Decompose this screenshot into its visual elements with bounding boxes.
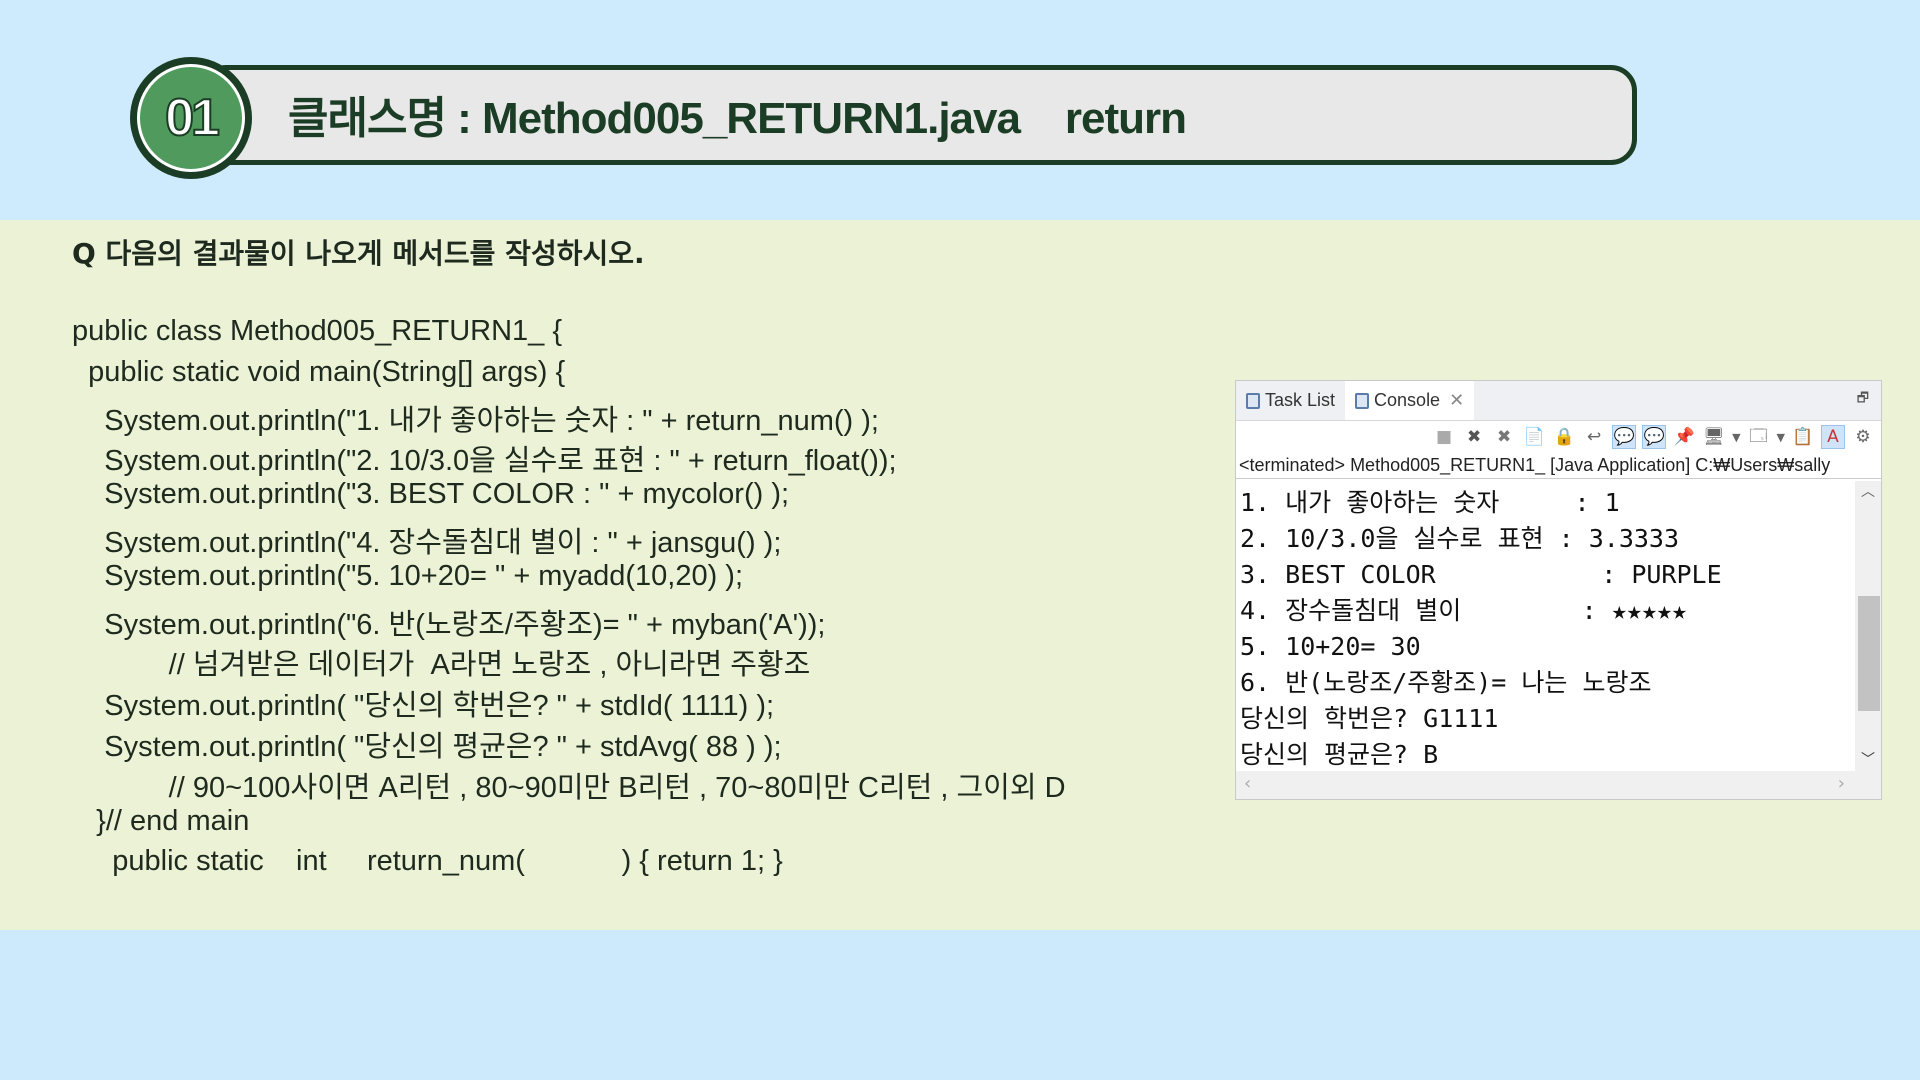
- horizontal-scrollbar[interactable]: ‹ ›: [1236, 771, 1881, 799]
- code-line: System.out.println("5. 10+20= " + myadd(…: [72, 559, 744, 592]
- tab-label: Task List: [1265, 390, 1336, 410]
- tab-task-list[interactable]: Task List: [1236, 381, 1345, 420]
- scroll-right-icon[interactable]: ›: [1838, 773, 1845, 794]
- console-line: 6. 반(노랑조/주황조)= 나는 노랑조: [1240, 668, 1652, 697]
- code-line: System.out.println( "당신의 평균은? " + stdAvg…: [72, 731, 782, 763]
- code-line: }// end main: [72, 804, 250, 837]
- scroll-down-icon[interactable]: ﹀: [1855, 749, 1881, 769]
- code-line: System.out.println("4. 장수돌침대 별이 : " + ja…: [72, 527, 782, 559]
- close-icon[interactable]: ✕: [1449, 390, 1464, 411]
- code-line: // 90~100사이면 A리턴 , 80~90미만 B리턴 , 70~80미만…: [72, 771, 1066, 804]
- question-text: Q 다음의 결과물이 나오게 메서드를 작성하시오.: [72, 237, 645, 270]
- word-wrap-icon[interactable]: ↩: [1582, 425, 1606, 449]
- scroll-left-icon[interactable]: ‹: [1244, 773, 1251, 794]
- code-line: public static int return_num( ) { return…: [72, 845, 783, 878]
- show-on-stderr-icon[interactable]: 💬: [1642, 425, 1667, 449]
- console-line: 2. 10/3.0을 실수로 표현 : 3.3333: [1240, 524, 1680, 553]
- scroll-up-icon[interactable]: ︿: [1855, 481, 1881, 501]
- task-list-icon: [1246, 392, 1260, 409]
- remove-launch-icon[interactable]: ✖: [1462, 425, 1486, 449]
- number-badge-text: 01: [137, 64, 245, 172]
- code-line: public static void main(String[] args) {: [72, 355, 566, 388]
- code-line: System.out.println("1. 내가 좋아하는 숫자 : " + …: [72, 404, 879, 437]
- gear-icon[interactable]: ⚙: [1851, 425, 1875, 449]
- code-line: System.out.println("2. 10/3.0을 실수로 표현 : …: [72, 445, 897, 478]
- chevron-down-icon[interactable]: ▼: [1732, 431, 1740, 444]
- launch-status: <terminated> Method005_RETURN1_ [Java Ap…: [1236, 453, 1881, 479]
- clear-console-icon[interactable]: 📄: [1522, 425, 1546, 449]
- console-panel: Task List Console ✕ 🗗 ■ ✖ ✖ 📄 🔒 ↩ 💬 💬 📌 🖥…: [1235, 380, 1882, 800]
- console-line: 당신의 평균은? B: [1240, 740, 1439, 769]
- pin-console-icon[interactable]: 📌: [1672, 425, 1696, 449]
- console-line: 4. 장수돌침대 별이 : ★★★★★: [1240, 596, 1687, 625]
- console-toolbar: ■ ✖ ✖ 📄 🔒 ↩ 💬 💬 📌 🖥 ▼ 🗔 ▼ 📋 A ⚙: [1236, 421, 1881, 453]
- console-line: 3. BEST COLOR : PURPLE: [1240, 560, 1722, 589]
- code-line: System.out.println("6. 반(노랑조/주황조)= " + m…: [72, 608, 826, 641]
- number-badge: 01: [130, 57, 252, 179]
- console-line: 1. 내가 좋아하는 숫자 : 1: [1240, 488, 1620, 517]
- ansi-icon[interactable]: A: [1821, 425, 1845, 449]
- chevron-down-icon[interactable]: ▼: [1777, 431, 1785, 444]
- console-output: 1. 내가 좋아하는 숫자 : 1 2. 10/3.0을 실수로 표현 : 3.3…: [1236, 481, 1856, 771]
- show-on-stdout-icon[interactable]: 💬: [1612, 425, 1637, 449]
- page-title: 클래스명 : Method005_RETURN1.java return: [288, 94, 1187, 143]
- console-line: 5. 10+20= 30: [1240, 632, 1421, 661]
- code-line: // 넘겨받은 데이터가 A라면 노랑조 , 아니라면 주황조: [72, 649, 811, 682]
- vertical-scrollbar[interactable]: ︿ ﹀: [1855, 481, 1881, 771]
- code-line: System.out.println( "당신의 학번은? " + stdId(…: [72, 690, 775, 723]
- remove-all-icon[interactable]: ✖: [1492, 425, 1516, 449]
- tab-console[interactable]: Console ✕: [1345, 381, 1475, 420]
- code-line: System.out.println("3. BEST COLOR : " + …: [72, 478, 790, 511]
- view-tab-bar: Task List Console ✕ 🗗: [1236, 381, 1881, 421]
- open-console-icon[interactable]: 🗔: [1747, 425, 1771, 449]
- display-console-icon[interactable]: 🖥: [1702, 425, 1726, 449]
- copy-icon[interactable]: 📋: [1791, 425, 1815, 449]
- code-line: public class Method005_RETURN1_ {: [72, 315, 563, 347]
- restore-icon[interactable]: 🗗: [1857, 389, 1869, 411]
- scrollbar-thumb[interactable]: [1858, 596, 1880, 711]
- terminate-icon[interactable]: ■: [1432, 425, 1456, 449]
- scroll-lock-icon[interactable]: 🔒: [1552, 425, 1576, 449]
- console-line: 당신의 학번은? G1111: [1240, 704, 1499, 733]
- console-icon: [1355, 392, 1370, 409]
- tab-label: Console: [1374, 390, 1441, 410]
